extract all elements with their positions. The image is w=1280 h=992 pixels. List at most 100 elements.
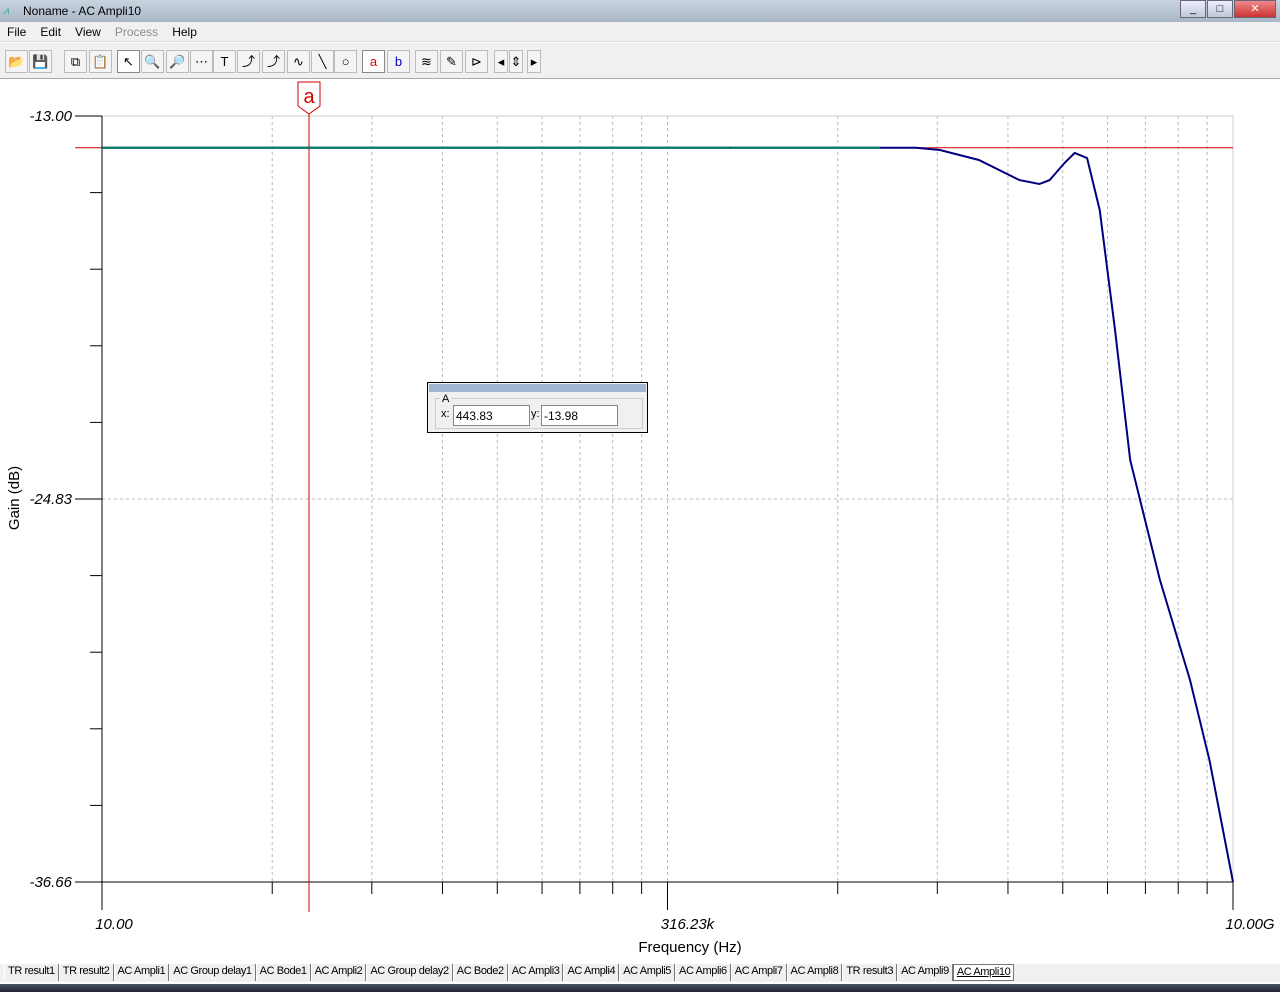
select-arrow-icon: ↖: [123, 54, 134, 69]
y-value-field[interactable]: -13.98: [541, 405, 618, 426]
minimize-button[interactable]: _: [1180, 0, 1206, 18]
copy-button[interactable]: ⧉: [64, 50, 87, 73]
menu-process[interactable]: Process: [108, 25, 165, 39]
x-tick-label: 316.23k: [661, 916, 716, 933]
data-point: [1189, 679, 1191, 681]
arrow-left-icon: ◂: [497, 54, 505, 69]
menu-file[interactable]: File: [0, 25, 33, 39]
x-axis-title: Frequency (Hz): [638, 939, 741, 956]
arrow-left-button[interactable]: ◂: [494, 50, 508, 73]
add-curve-icon: ≋: [421, 54, 432, 69]
data-point: [1099, 209, 1101, 211]
data-point: [1129, 459, 1131, 461]
save-button[interactable]: 💾: [29, 50, 52, 73]
tab-ac-ampli8[interactable]: AC Ampli8: [786, 964, 843, 981]
copy-icon: ⧉: [70, 54, 81, 69]
cursor-a-button[interactable]: a: [362, 50, 385, 73]
tab-ac-bode2[interactable]: AC Bode2: [452, 964, 508, 981]
line-button[interactable]: ╲: [311, 50, 334, 73]
add-marker-button[interactable]: ✎: [440, 50, 463, 73]
y-tick-label: -36.66: [29, 874, 72, 891]
curve-formula-button[interactable]: ∿: [287, 50, 310, 73]
y-tick-label: -13.00: [29, 108, 72, 125]
maximize-button[interactable]: □: [1207, 0, 1233, 18]
tab-ac-ampli1[interactable]: AC Ampli1: [113, 964, 170, 981]
circle-icon: ○: [341, 54, 350, 69]
tab-tr-result2[interactable]: TR result2: [58, 964, 114, 981]
data-point: [1018, 179, 1020, 181]
x-value-field[interactable]: 443.83: [453, 405, 530, 426]
y-axis-title: Gain (dB): [6, 466, 23, 530]
open-icon: 📂: [8, 54, 25, 69]
zoom-in-icon: 🔍: [144, 54, 161, 69]
tab-ac-ampli4[interactable]: AC Ampli4: [563, 964, 620, 981]
x-tick-label: 10.00G: [1225, 916, 1275, 933]
tab-ac-ampli7[interactable]: AC Ampli7: [730, 964, 787, 981]
save-icon: 💾: [32, 54, 49, 69]
menu-edit[interactable]: Edit: [33, 25, 68, 39]
tab-ac-group-delay2[interactable]: AC Group delay2: [366, 964, 453, 981]
window-title: Noname - AC Ampli10: [23, 4, 142, 18]
curve-query-button[interactable]: ⤴: [262, 50, 285, 73]
flag-icon: ⊳: [471, 54, 482, 69]
y-tick-label: -24.83: [29, 491, 72, 508]
curve-query-icon: ⤴: [266, 54, 280, 69]
tab-ac-group-delay1[interactable]: AC Group delay1: [169, 964, 256, 981]
result-tabs: TR result1 TR result2 AC Ampli1 AC Group de…: [0, 964, 1280, 982]
arrow-updown-button[interactable]: ⇕: [509, 50, 523, 73]
arrow-right-button[interactable]: ▸: [527, 50, 541, 73]
tab-tr-result3[interactable]: TR result3: [842, 964, 898, 981]
data-point: [1159, 579, 1161, 581]
text-button[interactable]: T: [213, 50, 236, 73]
flag-button[interactable]: ⊳: [465, 50, 488, 73]
arrow-right-icon: ▸: [530, 54, 538, 69]
paste-button[interactable]: 📋: [89, 50, 112, 73]
curve-label-icon: ⤴: [241, 54, 255, 69]
data-point: [1049, 179, 1051, 181]
open-button[interactable]: 📂: [5, 50, 28, 73]
tab-ac-bode1[interactable]: AC Bode1: [255, 964, 311, 981]
zoom-100-icon: 🔎: [169, 54, 186, 69]
tab-ac-ampli3[interactable]: AC Ampli3: [507, 964, 564, 981]
menu-bar: File Edit View Process Help: [0, 22, 1280, 42]
cursor-b-button[interactable]: b: [387, 50, 410, 73]
cursor-readout-dialog[interactable]: A x: 443.83 y: -13.98: [427, 382, 648, 433]
grid-button[interactable]: ⋯: [190, 50, 213, 73]
circle-button[interactable]: ○: [334, 50, 357, 73]
data-point: [729, 147, 731, 149]
curve-label-button[interactable]: ⤴: [237, 50, 260, 73]
menu-view[interactable]: View: [68, 25, 108, 39]
zoom-in-button[interactable]: 🔍: [141, 50, 164, 73]
tab-ac-ampli10[interactable]: AC Ampli10: [952, 964, 1015, 981]
select-arrow-button[interactable]: ↖: [117, 50, 140, 73]
add-curve-button[interactable]: ≋: [415, 50, 438, 73]
tab-ac-ampli5[interactable]: AC Ampli5: [619, 964, 676, 981]
data-point: [1114, 329, 1116, 331]
text-icon: T: [220, 54, 229, 69]
data-point: [939, 149, 941, 151]
chart: -13.00 -24.83 -36.66 10.00 316.23k 10.00G Freq…: [6, 81, 1275, 956]
zoom-100-button[interactable]: 🔎: [166, 50, 189, 73]
menu-help[interactable]: Help: [165, 25, 204, 39]
cursor-b-icon: b: [394, 54, 403, 69]
add-marker-icon: ✎: [446, 54, 457, 69]
y-label: y:: [531, 408, 540, 420]
app-icon: ⩘: [3, 5, 10, 17]
tab-tr-result1[interactable]: TR result1: [4, 964, 59, 981]
data-point: [978, 159, 980, 161]
data-point: [1074, 152, 1076, 154]
data-point: [1232, 881, 1234, 883]
tab-ac-ampli2[interactable]: AC Ampli2: [310, 964, 367, 981]
paste-icon: 📋: [92, 54, 109, 69]
data-point: [101, 147, 103, 149]
curve-formula-icon: ∿: [293, 54, 304, 69]
tab-ac-ampli6[interactable]: AC Ampli6: [675, 964, 731, 981]
cursor-legend: A: [440, 393, 452, 405]
dialog-titlebar[interactable]: [429, 384, 646, 392]
toolbar: 📂 💾 ⧉ 📋 ↖ 🔍 🔎 ⋯ T ⤴ ⤴ ∿ ╲ ○ a b ≋ ✎ ⊳ ◂ ⇕ ▸: [0, 43, 1280, 79]
data-point: [1038, 183, 1040, 185]
tab-ac-ampli9[interactable]: AC Ampli9: [897, 964, 953, 981]
close-button[interactable]: ✕: [1234, 0, 1276, 18]
cursor-a-icon: a: [369, 54, 378, 69]
line-icon: ╲: [318, 54, 327, 69]
